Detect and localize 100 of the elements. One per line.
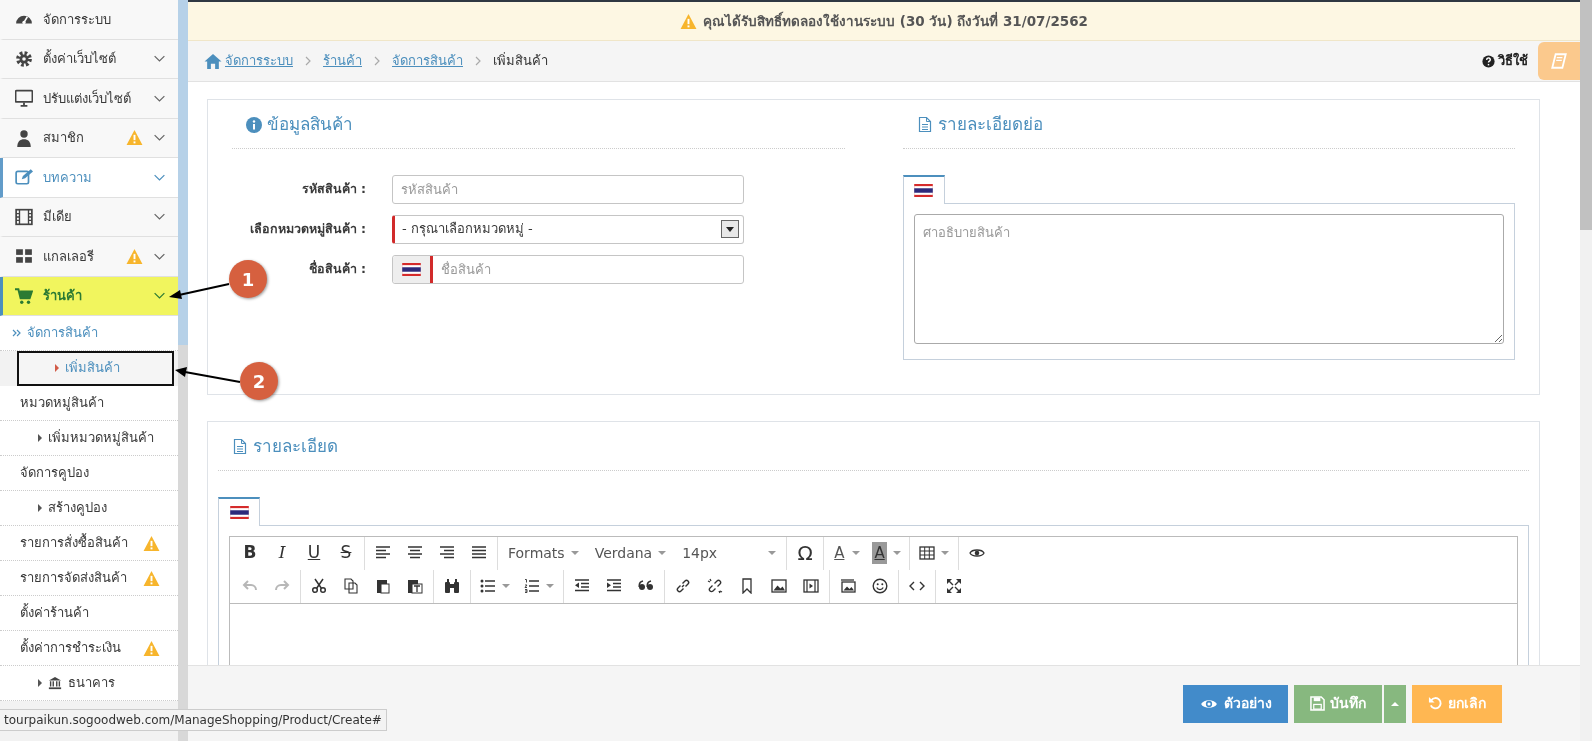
color-dropdown[interactable]: A: [866, 538, 907, 568]
submenu-item[interactable]: จัดการคูปอง: [0, 456, 178, 491]
warning-icon: [680, 12, 698, 30]
field-label: รหัสสินค้า :: [300, 179, 367, 198]
table-icon: [918, 545, 935, 561]
toolbar-dropdown[interactable]: 14px: [674, 538, 785, 568]
submenu-label: ธนาคาร: [68, 674, 115, 693]
sidebar-item[interactable]: ตั้งค่าเว็บไซต์: [0, 39, 178, 79]
sidebar-item[interactable]: แกลเลอรี: [0, 237, 178, 277]
submenu-label: จัดการสินค้า: [27, 324, 98, 343]
sidebar-label: บทความ: [43, 168, 93, 187]
submenu-item[interactable]: เพิ่มหมวดหมู่สินค้า: [0, 421, 178, 456]
product-name-input-group[interactable]: ชื่อสินค้า: [392, 254, 744, 284]
submenu-item[interactable]: ธนาคาร: [0, 666, 178, 701]
align-left-icon: [375, 545, 391, 561]
toolbar-button[interactable]: U: [298, 538, 330, 568]
sidebar-label: ร้านค้า: [43, 287, 83, 305]
copy-icon: [343, 578, 359, 594]
submenu-item[interactable]: รายการสั่งซื้อสินค้า: [0, 526, 178, 561]
arrow-icon: [175, 367, 241, 384]
align-center-icon: [407, 545, 423, 561]
user-icon: [15, 128, 33, 147]
sidebar-label: ตั้งค่าเว็บไซต์: [43, 49, 117, 68]
chevron-right-icon: [372, 56, 382, 66]
bullet-list-icon: [480, 578, 496, 594]
home-icon: [204, 52, 222, 70]
sidebar-item[interactable]: มีเดีย: [0, 197, 178, 237]
help-link[interactable]: วิธีใช้: [1498, 51, 1528, 71]
product-name-field[interactable]: ชื่อสินค้า: [433, 255, 743, 283]
submenu-item[interactable]: หมวดหมู่สินค้า: [0, 386, 178, 421]
color-dropdown[interactable]: A: [826, 538, 867, 568]
flag-icon: [229, 505, 249, 519]
settings-icon: [15, 49, 33, 68]
flag-icon: [402, 262, 421, 276]
submenu-label: เพิ่มสินค้า: [65, 358, 120, 378]
video-icon: [803, 578, 819, 594]
link-icon: [675, 578, 691, 594]
sidebar-item[interactable]: จัดการระบบ: [0, 0, 178, 40]
edit-icon: [15, 168, 33, 187]
submenu-label: หมวดหมู่สินค้า: [20, 394, 104, 413]
sidebar-label: สมาชิก: [43, 129, 85, 147]
sidebar-item[interactable]: ปรับแต่งเว็บไซต์: [0, 79, 178, 119]
submenu-label: รายการสั่งซื้อสินค้า: [20, 533, 128, 553]
section-title: รายละเอียดย่อ: [937, 113, 1043, 136]
numbered-list-icon: [524, 578, 540, 594]
sidebar-item[interactable]: สมาชิก: [0, 118, 178, 158]
sidebar-label: จัดการระบบ: [43, 10, 112, 29]
book-icon: [1550, 52, 1568, 70]
toolbar-button[interactable]: S: [330, 538, 362, 568]
field-label: ชื่อสินค้า :: [307, 259, 367, 278]
chevron-right-icon: [303, 56, 313, 66]
document-icon: [916, 116, 933, 134]
category-select[interactable]: - กรุณาเลือกหมวดหมู่ -: [392, 214, 744, 244]
document-icon: [232, 438, 248, 456]
submenu-item[interactable]: ตั้งค่าร้านค้า: [0, 596, 178, 631]
arrow-icon: [169, 282, 230, 300]
grid-icon: [15, 247, 33, 266]
undo-icon: [1428, 696, 1443, 711]
align-right-icon: [439, 545, 455, 561]
flag-icon: [914, 183, 933, 197]
toolbar-button[interactable]: Ω: [789, 538, 822, 568]
trial-notice: คุณได้รับสิทธิ์ทดลองใช้งานระบบ (30 วัน) ถึงวันที่ 31/07/2562: [703, 10, 1088, 32]
submenu-item[interactable]: ตั้งค่าการชำระเงิน: [0, 631, 178, 666]
breadcrumb-current: เพิ่มสินค้า: [493, 51, 548, 71]
dropdown-arrow-icon: [725, 224, 735, 234]
sidebar-label: แกลเลอรี: [43, 247, 95, 266]
page-scrollbar[interactable]: [1580, 0, 1592, 741]
unlink-icon: [707, 578, 723, 594]
double-chevron-icon: [12, 328, 21, 338]
sidebar-label: มีเดีย: [43, 208, 73, 226]
toolbar-dropdown[interactable]: Verdana: [586, 538, 675, 568]
smiley-icon: [872, 578, 888, 594]
toolbar-dropdown[interactable]: Formats: [500, 538, 587, 568]
toolbar-button[interactable]: I: [266, 538, 298, 568]
paste-text-icon: [407, 578, 423, 594]
indent-icon: [606, 578, 622, 594]
caret-icon: [38, 434, 42, 442]
submenu-item[interactable]: สร้างคูปอง: [0, 491, 178, 526]
info-icon: [246, 116, 262, 133]
submenu-label: เพิ่มหมวดหมู่สินค้า: [48, 428, 154, 448]
sidebar-item[interactable]: บทความ: [0, 158, 178, 198]
toolbar-button[interactable]: B: [234, 538, 266, 568]
language-tab[interactable]: [218, 496, 260, 526]
section-title: รายละเอียด: [253, 435, 338, 458]
bookmark-icon: [739, 578, 755, 594]
chevron-right-icon: [473, 56, 483, 66]
caret-icon: [38, 679, 42, 687]
sidebar-item[interactable]: ร้านค้า: [0, 276, 178, 316]
caret-icon: [55, 364, 59, 372]
gallery-icon: [840, 578, 856, 594]
language-tab[interactable]: [902, 174, 945, 204]
cart-icon: [15, 286, 33, 305]
submenu-label: ตั้งค่าการชำระเงิน: [20, 638, 121, 658]
preview-button[interactable]: ตัวอย่าง: [1183, 684, 1288, 723]
submenu-label: สร้างคูปอง: [48, 499, 107, 518]
input-field[interactable]: รหัสสินค้า: [392, 174, 744, 204]
submenu-item[interactable]: จัดการสินค้า: [0, 316, 178, 351]
description-textarea[interactable]: ศาอธิบายสินค้า: [913, 213, 1504, 344]
submenu-item[interactable]: รายการจัดส่งสินค้า: [0, 561, 178, 596]
submenu-label: รายการจัดส่งสินค้า: [20, 569, 127, 588]
